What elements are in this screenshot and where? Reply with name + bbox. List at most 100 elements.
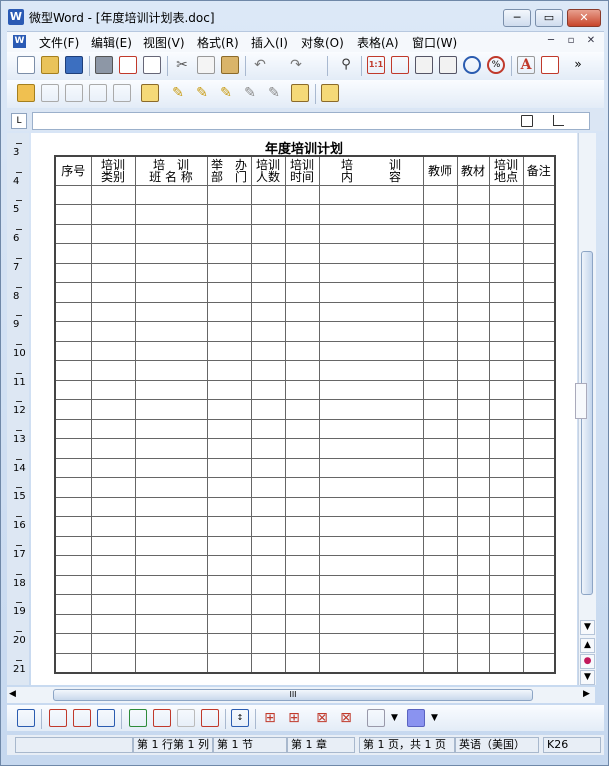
- table-cell[interactable]: [522, 496, 556, 517]
- table-cell[interactable]: [456, 360, 490, 381]
- table-cell[interactable]: [488, 399, 524, 420]
- table-cell[interactable]: [456, 633, 490, 654]
- table-cell[interactable]: [456, 223, 490, 244]
- table-grid-blue-icon[interactable]: [97, 709, 115, 727]
- table-cell[interactable]: [284, 418, 320, 439]
- table-cell[interactable]: [90, 652, 136, 673]
- insert-cells-icon[interactable]: [129, 709, 147, 727]
- table-cell[interactable]: [456, 496, 490, 517]
- table-cell[interactable]: [488, 633, 524, 654]
- splitter-handle[interactable]: [575, 383, 587, 419]
- table-cell[interactable]: [206, 243, 252, 264]
- vertical-ruler[interactable]: 3 4 5 6 7 8 9 10 11 12 13 14 15 16 17 18 19 20 21: [7, 133, 29, 685]
- highlight-pen-icon[interactable]: ✎: [193, 84, 211, 102]
- table-cell[interactable]: [90, 555, 136, 576]
- table-cell[interactable]: [134, 555, 208, 576]
- table-cell[interactable]: [54, 438, 92, 459]
- table-cell[interactable]: [488, 301, 524, 322]
- table-cell[interactable]: [456, 594, 490, 615]
- table-cell[interactable]: [318, 535, 424, 556]
- table-cell[interactable]: [284, 594, 320, 615]
- table-cell[interactable]: [422, 223, 458, 244]
- table-cell[interactable]: [422, 652, 458, 673]
- one-page-icon[interactable]: [415, 56, 433, 74]
- table-cell[interactable]: [250, 243, 286, 264]
- table-cell[interactable]: [522, 438, 556, 459]
- table-cell[interactable]: [206, 438, 252, 459]
- table-cell[interactable]: [54, 223, 92, 244]
- table-cell[interactable]: [456, 535, 490, 556]
- table-cell[interactable]: [90, 574, 136, 595]
- table-cell[interactable]: [250, 204, 286, 225]
- two-pages-icon[interactable]: [439, 56, 457, 74]
- table-cell[interactable]: [318, 282, 424, 303]
- table-cell[interactable]: [134, 633, 208, 654]
- table-cell[interactable]: [206, 282, 252, 303]
- table-cell[interactable]: [134, 223, 208, 244]
- table-cell[interactable]: [522, 399, 556, 420]
- table-cell[interactable]: [284, 574, 320, 595]
- table-cell[interactable]: [206, 652, 252, 673]
- table-cell[interactable]: [90, 340, 136, 361]
- clipboard-active-icon[interactable]: [141, 84, 159, 102]
- doc-restore-button[interactable]: ▫: [563, 34, 579, 49]
- table-cell[interactable]: [422, 282, 458, 303]
- table-cell[interactable]: [522, 516, 556, 537]
- table-cell[interactable]: [284, 535, 320, 556]
- table-cell[interactable]: [318, 301, 424, 322]
- table-cell[interactable]: [134, 477, 208, 498]
- table-cell[interactable]: [206, 457, 252, 478]
- table-cell[interactable]: [522, 418, 556, 439]
- highlight-brush-icon[interactable]: ✎: [217, 84, 235, 102]
- table-cell[interactable]: [284, 516, 320, 537]
- table-cell[interactable]: [90, 633, 136, 654]
- table-cell[interactable]: [206, 594, 252, 615]
- table-cell[interactable]: [522, 243, 556, 264]
- insert-table-icon[interactable]: [17, 709, 35, 727]
- table-cell[interactable]: [250, 399, 286, 420]
- table-cell[interactable]: [134, 321, 208, 342]
- close-button[interactable]: ✕: [567, 9, 601, 27]
- table-cell[interactable]: [250, 613, 286, 634]
- border-style-icon[interactable]: [367, 709, 385, 727]
- table-cell[interactable]: [318, 477, 424, 498]
- table-cell[interactable]: [206, 301, 252, 322]
- table-cell[interactable]: [90, 516, 136, 537]
- table-cell[interactable]: [456, 282, 490, 303]
- table-cell[interactable]: [206, 360, 252, 381]
- table-cell[interactable]: [318, 516, 424, 537]
- table-cell[interactable]: [422, 243, 458, 264]
- sort-icon[interactable]: ↕: [231, 709, 249, 727]
- table-cell[interactable]: [284, 340, 320, 361]
- horizontal-scrollbar[interactable]: ◀ III ▶: [7, 687, 595, 703]
- split-cells-icon[interactable]: [201, 709, 219, 727]
- table-cell[interactable]: [422, 321, 458, 342]
- insert-row-icon[interactable]: ⊞: [261, 709, 279, 727]
- table-cell[interactable]: [134, 262, 208, 283]
- table-cell[interactable]: [456, 418, 490, 439]
- right-indent-marker[interactable]: [553, 115, 564, 126]
- table-cell[interactable]: [488, 652, 524, 673]
- table-cell[interactable]: [456, 652, 490, 673]
- edit-pencil-icon[interactable]: [17, 84, 35, 102]
- table-cell[interactable]: [522, 594, 556, 615]
- table-cell[interactable]: [54, 633, 92, 654]
- table-cell[interactable]: [456, 457, 490, 478]
- table-cell[interactable]: [456, 204, 490, 225]
- scroll-left-arrow-icon[interactable]: ◀: [9, 689, 16, 699]
- table-cell[interactable]: [206, 399, 252, 420]
- table-cell[interactable]: [488, 457, 524, 478]
- table-header-cell[interactable]: 备注: [522, 155, 556, 186]
- table-cell[interactable]: [318, 496, 424, 517]
- table-cell[interactable]: [250, 652, 286, 673]
- table-cell[interactable]: [422, 379, 458, 400]
- zoom-percent-icon[interactable]: %: [487, 56, 505, 74]
- shape-icon[interactable]: [89, 84, 107, 102]
- table-cell[interactable]: [422, 516, 458, 537]
- table-cell[interactable]: [54, 477, 92, 498]
- table-cell[interactable]: [318, 594, 424, 615]
- menu-object[interactable]: 对象(O): [301, 34, 344, 51]
- menu-file[interactable]: 文件(F): [39, 34, 79, 51]
- table-cell[interactable]: [250, 262, 286, 283]
- save-icon[interactable]: [65, 56, 83, 74]
